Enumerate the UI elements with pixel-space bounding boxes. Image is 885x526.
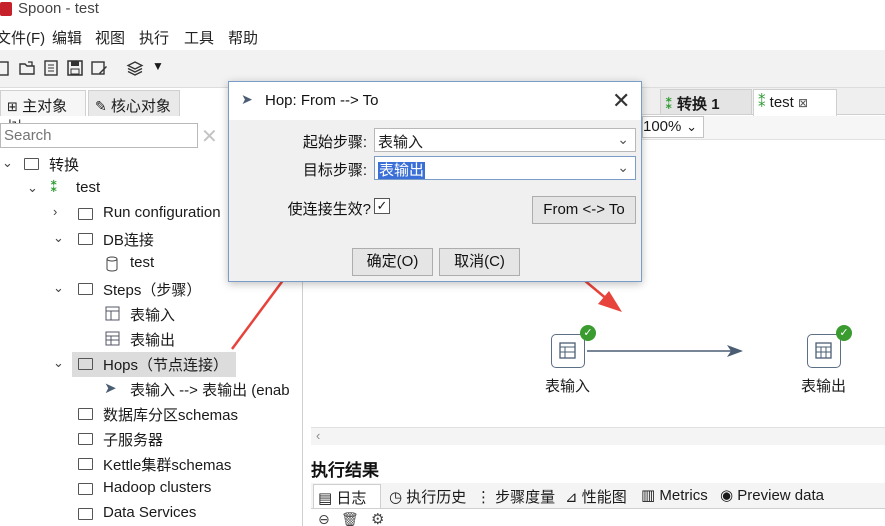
- from-step-label: 起始步骤:: [302, 134, 367, 151]
- close-icon[interactable]: ✕: [612, 88, 630, 114]
- to-step-value: 表输出: [378, 162, 426, 179]
- hop-arrow-icon: ➤: [241, 91, 253, 107]
- dialog-title-bar: ➤ Hop: From --> To ✕: [229, 82, 641, 120]
- chevron-down-icon: ⌄: [617, 131, 629, 147]
- enable-hop-checkbox[interactable]: ✓: [374, 198, 390, 214]
- to-step-label: 目标步骤:: [302, 162, 367, 179]
- dialog-title: Hop: From --> To: [265, 92, 379, 109]
- cancel-button[interactable]: 取消(C): [439, 248, 520, 276]
- enable-hop-label: 使连接生效?: [287, 201, 371, 218]
- chevron-down-icon: ⌄: [617, 159, 629, 175]
- ok-button[interactable]: 确定(O): [352, 248, 433, 276]
- to-step-select[interactable]: 表输出 ⌄: [374, 156, 636, 180]
- hop-dialog: ➤ Hop: From --> To ✕ 起始步骤: 表输入 ⌄ 目标步骤: 表…: [228, 81, 642, 282]
- from-step-select[interactable]: 表输入 ⌄: [374, 128, 636, 152]
- swap-direction-button[interactable]: From <-> To: [532, 196, 636, 224]
- from-step-value: 表输入: [378, 134, 424, 151]
